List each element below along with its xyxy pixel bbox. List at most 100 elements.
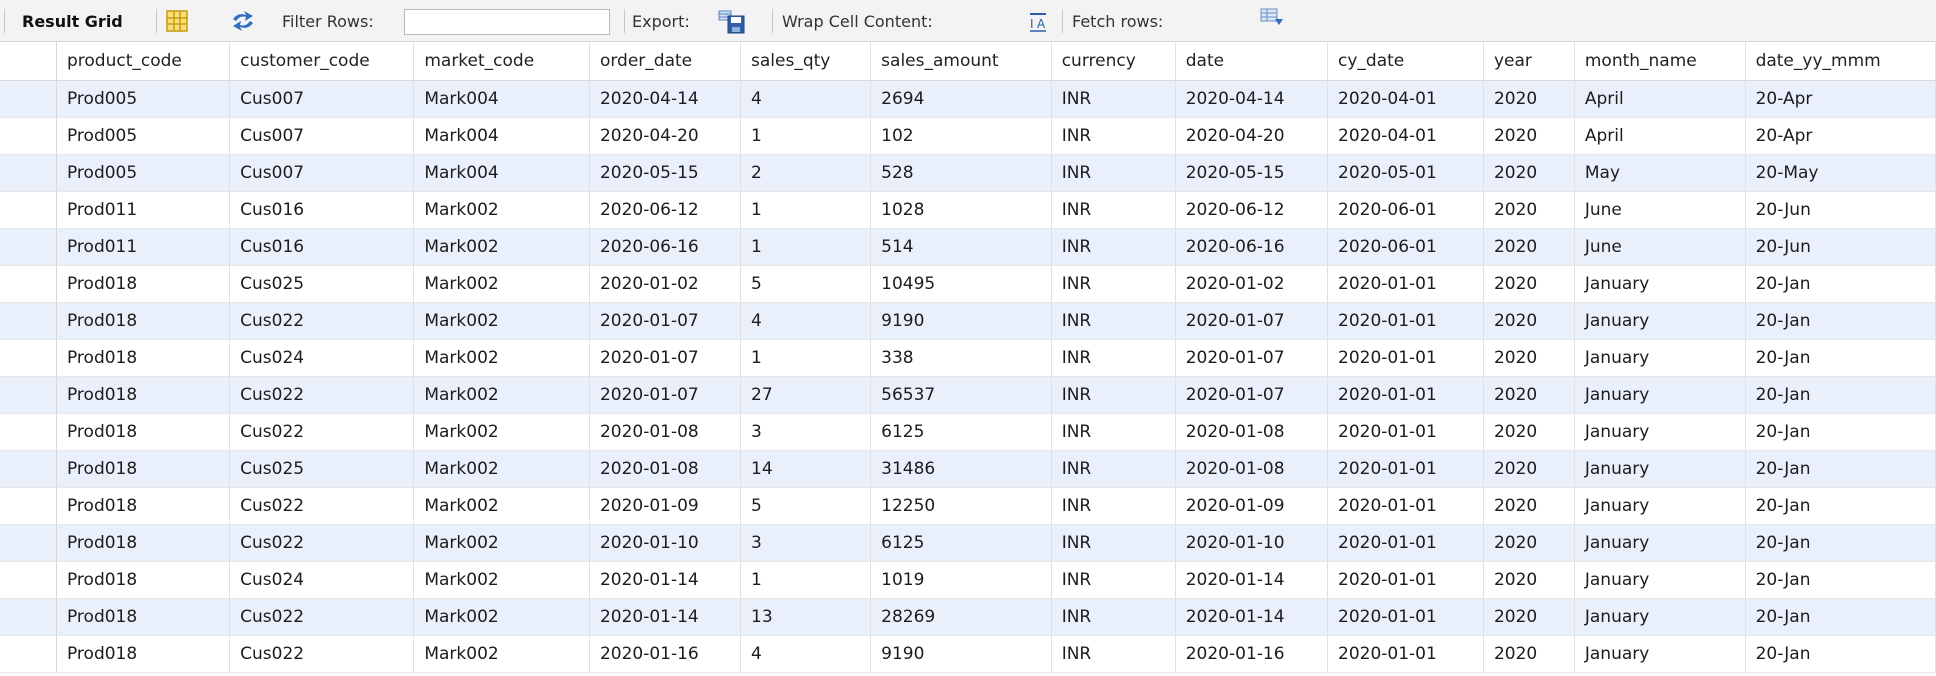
table-cell[interactable]: 2020-01-01 (1327, 265, 1484, 303)
table-cell[interactable]: June (1574, 191, 1746, 229)
table-cell[interactable]: 1 (740, 561, 872, 599)
wrap-text-icon[interactable]: I A (1028, 12, 1048, 36)
row-selector[interactable] (0, 117, 57, 155)
table-cell[interactable]: Cus022 (229, 487, 415, 525)
table-cell[interactable]: Cus022 (229, 302, 415, 340)
table-cell[interactable]: Cus007 (229, 117, 415, 155)
table-cell[interactable]: Prod018 (56, 450, 231, 488)
table-cell[interactable]: 2020-01-14 (1175, 561, 1329, 599)
table-cell[interactable]: 9190 (870, 635, 1052, 673)
table-cell[interactable]: Prod018 (56, 265, 231, 303)
table-cell[interactable]: 514 (870, 228, 1052, 266)
table-cell[interactable]: 2020-01-09 (1175, 487, 1329, 525)
table-cell[interactable]: Prod005 (56, 117, 231, 155)
table-cell[interactable]: 14 (740, 450, 872, 488)
table-cell[interactable]: 20-Jan (1745, 450, 1936, 488)
table-cell[interactable]: 2020 (1483, 561, 1575, 599)
table-cell[interactable]: Prod018 (56, 302, 231, 340)
table-cell[interactable]: 5 (740, 265, 872, 303)
table-cell[interactable]: 20-Jan (1745, 376, 1936, 414)
table-row[interactable]: Prod018 Cus022 Mark002 2020-01-16 4 9190 INR 20… (0, 635, 1936, 673)
table-cell[interactable]: Cus016 (229, 191, 415, 229)
table-cell[interactable]: 2020-04-14 (1175, 80, 1329, 118)
table-row[interactable]: Prod018 Cus025 Mark002 2020-01-02 5 10495 INR 2… (0, 265, 1936, 303)
column-header[interactable]: month_name (1574, 42, 1746, 81)
table-cell[interactable]: INR (1051, 487, 1176, 525)
table-cell[interactable]: 102 (870, 117, 1052, 155)
table-cell[interactable]: Mark002 (413, 524, 590, 562)
row-selector[interactable] (0, 228, 57, 266)
table-cell[interactable]: 2020 (1483, 80, 1575, 118)
table-cell[interactable]: Prod005 (56, 80, 231, 118)
table-cell[interactable]: 6125 (870, 524, 1052, 562)
table-cell[interactable]: Mark004 (413, 154, 590, 192)
table-cell[interactable]: 4 (740, 302, 872, 340)
table-cell[interactable]: 2020-01-14 (1175, 598, 1329, 636)
table-cell[interactable]: 2020 (1483, 265, 1575, 303)
table-row[interactable]: Prod018 Cus024 Mark002 2020-01-14 1 1019 INR 20… (0, 561, 1936, 599)
fetch-rows-icon[interactable] (1260, 8, 1284, 32)
table-row[interactable]: Prod011 Cus016 Mark002 2020-06-16 1 514 INR 202… (0, 228, 1936, 266)
column-header[interactable]: currency (1051, 42, 1176, 81)
table-cell[interactable]: 2020-04-01 (1327, 80, 1484, 118)
table-cell[interactable]: 2020 (1483, 413, 1575, 451)
row-selector[interactable] (0, 561, 57, 599)
table-cell[interactable]: 20-Jan (1745, 487, 1936, 525)
row-selector[interactable] (0, 80, 57, 118)
row-selector[interactable] (0, 524, 57, 562)
table-cell[interactable]: INR (1051, 561, 1176, 599)
table-row[interactable]: Prod018 Cus022 Mark002 2020-01-08 3 6125 INR 20… (0, 413, 1936, 451)
table-row[interactable]: Prod018 Cus024 Mark002 2020-01-07 1 338 INR 202… (0, 339, 1936, 377)
table-cell[interactable]: 2020-06-16 (1175, 228, 1329, 266)
table-cell[interactable]: January (1574, 635, 1746, 673)
table-cell[interactable]: 2020-01-08 (589, 450, 742, 488)
table-cell[interactable]: INR (1051, 413, 1176, 451)
column-header[interactable]: market_code (413, 42, 590, 81)
table-cell[interactable]: April (1574, 80, 1746, 118)
table-cell[interactable]: Cus022 (229, 524, 415, 562)
table-cell[interactable]: 2020-01-01 (1327, 302, 1484, 340)
table-cell[interactable]: 1028 (870, 191, 1052, 229)
table-cell[interactable]: 10495 (870, 265, 1052, 303)
table-cell[interactable]: 2020-01-08 (1175, 450, 1329, 488)
table-row[interactable]: Prod018 Cus022 Mark002 2020-01-07 4 9190 INR 20… (0, 302, 1936, 340)
table-cell[interactable]: 56537 (870, 376, 1052, 414)
grid-view-icon[interactable] (166, 10, 188, 36)
row-selector[interactable] (0, 635, 57, 673)
table-cell[interactable]: Cus025 (229, 265, 415, 303)
table-cell[interactable]: INR (1051, 524, 1176, 562)
table-cell[interactable]: INR (1051, 265, 1176, 303)
column-header[interactable]: sales_amount (870, 42, 1052, 81)
table-cell[interactable]: INR (1051, 339, 1176, 377)
table-cell[interactable]: 6125 (870, 413, 1052, 451)
table-row[interactable]: Prod018 Cus022 Mark002 2020-01-07 27 56537 INR… (0, 376, 1936, 414)
column-header[interactable]: date (1175, 42, 1329, 81)
row-selector[interactable] (0, 598, 57, 636)
row-selector[interactable] (0, 302, 57, 340)
table-cell[interactable]: 3 (740, 413, 872, 451)
table-cell[interactable]: 12250 (870, 487, 1052, 525)
table-cell[interactable]: 20-Apr (1745, 117, 1936, 155)
table-cell[interactable]: 2020-01-16 (1175, 635, 1329, 673)
table-cell[interactable]: 2020 (1483, 524, 1575, 562)
table-cell[interactable]: 20-Jan (1745, 265, 1936, 303)
table-cell[interactable]: Prod018 (56, 339, 231, 377)
table-cell[interactable]: Prod018 (56, 524, 231, 562)
table-cell[interactable]: 2020-01-10 (589, 524, 742, 562)
column-header[interactable]: product_code (56, 42, 231, 81)
table-cell[interactable]: Mark004 (413, 117, 590, 155)
column-header[interactable]: date_yy_mmm (1745, 42, 1936, 81)
table-cell[interactable]: 27 (740, 376, 872, 414)
table-cell[interactable]: 20-Apr (1745, 80, 1936, 118)
table-cell[interactable]: 20-Jan (1745, 413, 1936, 451)
result-grid-tab[interactable]: Result Grid (22, 0, 123, 42)
table-cell[interactable]: 2020-06-12 (1175, 191, 1329, 229)
table-cell[interactable]: 2020 (1483, 598, 1575, 636)
table-cell[interactable]: 20-Jan (1745, 635, 1936, 673)
table-cell[interactable]: INR (1051, 228, 1176, 266)
table-cell[interactable]: 2020-01-08 (589, 413, 742, 451)
table-cell[interactable]: 2020 (1483, 302, 1575, 340)
table-cell[interactable]: 28269 (870, 598, 1052, 636)
table-cell[interactable]: 20-Jan (1745, 561, 1936, 599)
table-cell[interactable]: 2020-01-07 (1175, 302, 1329, 340)
